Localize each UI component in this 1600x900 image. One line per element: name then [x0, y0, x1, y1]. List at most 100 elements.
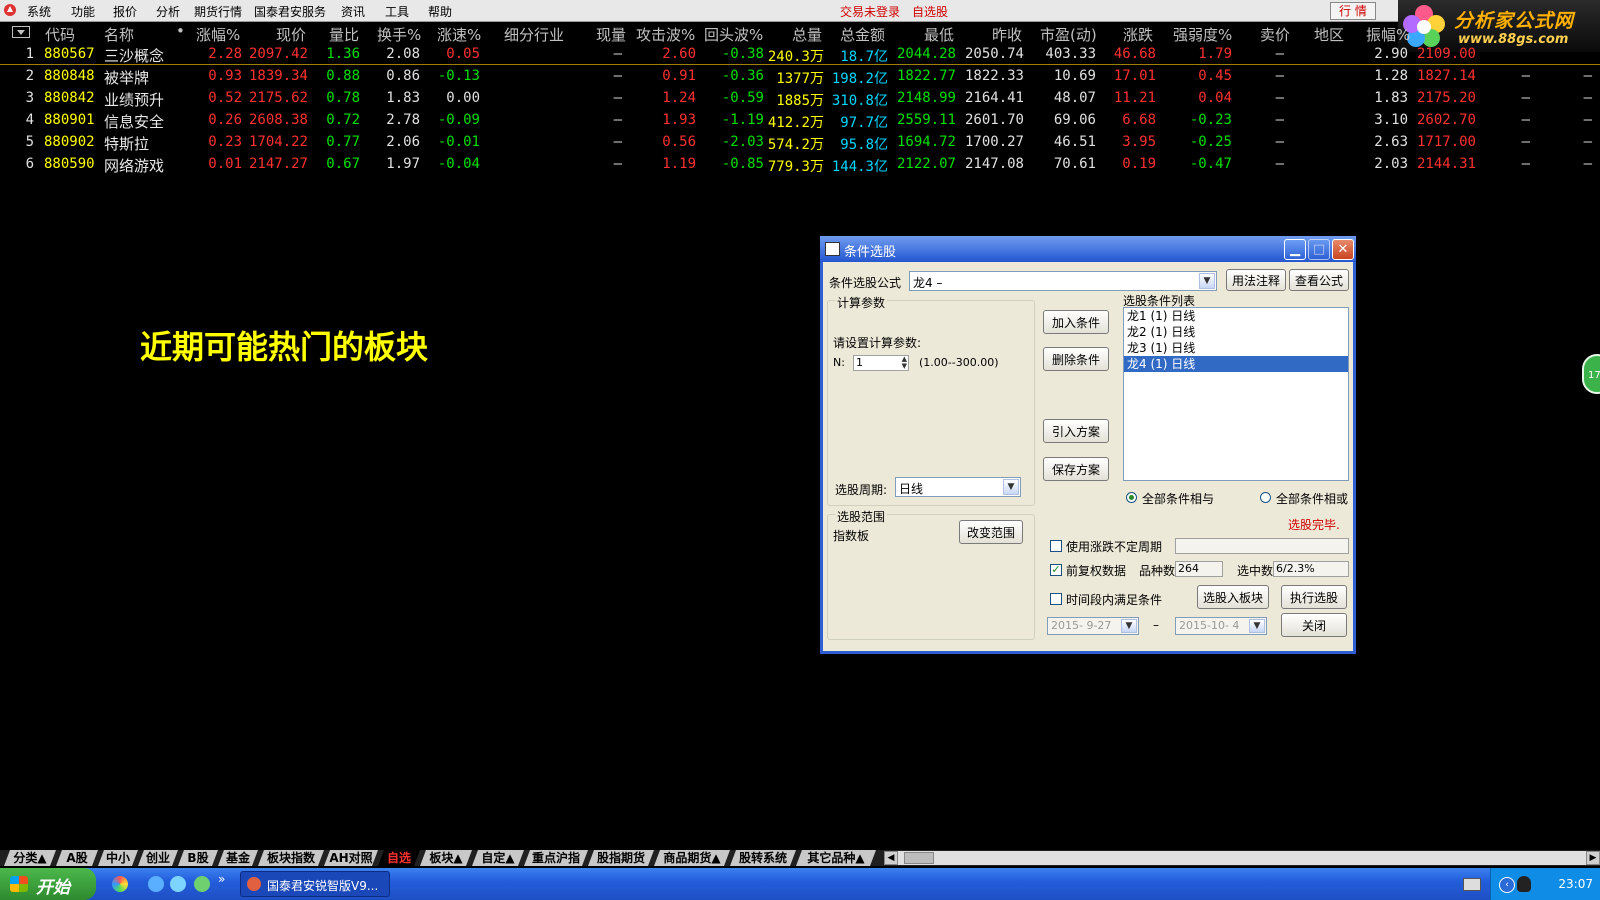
col-turnover[interactable]: 换手% [377, 24, 421, 45]
list-item[interactable]: 龙1 (1) 日线 [1124, 308, 1348, 324]
list-item[interactable]: 龙3 (1) 日线 [1124, 340, 1348, 356]
keyboard-icon[interactable] [1463, 878, 1481, 891]
view-formula-button[interactable]: 查看公式 [1289, 269, 1349, 291]
tab-sme[interactable]: 中小 [98, 850, 138, 866]
menu-function[interactable]: 功能 [71, 3, 95, 20]
spinner-icon[interactable]: ▲ ▼ [902, 356, 907, 370]
col-total-volume[interactable]: 总量 [792, 24, 822, 45]
chevron-down-icon[interactable]: ▼ [1003, 479, 1019, 495]
trade-status[interactable]: 交易未登录 [840, 3, 900, 20]
add-to-block-button[interactable]: 选股入板块 [1197, 585, 1269, 609]
param-n-input[interactable]: 1 ▲ ▼ [853, 355, 909, 371]
tab-chinext[interactable]: 创业 [138, 850, 178, 866]
tray-arrow-icon[interactable]: ‹ [1499, 877, 1515, 893]
col-amplitude[interactable]: 振幅% [1366, 24, 1410, 45]
col-price[interactable]: 现价 [276, 24, 306, 45]
qq-icon[interactable] [1517, 876, 1531, 892]
tab-other[interactable]: 其它品种▲ [796, 850, 876, 866]
col-diff[interactable]: 涨跌 [1123, 24, 1153, 45]
tab-ah[interactable]: AH对照 [324, 850, 378, 866]
tab-block[interactable]: 板块▲ [420, 850, 472, 866]
menu-quote[interactable]: 报价 [113, 3, 137, 20]
col-total-amount[interactable]: 总金额 [840, 24, 885, 45]
menu-help[interactable]: 帮助 [428, 3, 452, 20]
menu-system[interactable]: 系统 [27, 3, 51, 20]
radio-or[interactable] [1260, 492, 1271, 503]
menu-futures[interactable]: 期货行情 [194, 3, 242, 20]
chevron-down-icon[interactable]: ▼ [1199, 273, 1215, 289]
green-app-icon[interactable] [194, 876, 210, 892]
table-row[interactable]: 4 880901 信息安全 0.26 2608.38 0.72 2.78 -0.09 – 1.93… [0, 110, 1600, 132]
add-condition-button[interactable]: 加入条件 [1043, 310, 1109, 334]
period-select[interactable]: 日线 ▼ [895, 477, 1021, 497]
table-row[interactable]: 3 880842 业绩预升 0.52 2175.62 0.78 1.83 0.00 – 1.24 -… [0, 88, 1600, 110]
minimize-icon[interactable]: ▁ [1284, 239, 1306, 260]
save-plan-button[interactable]: 保存方案 [1043, 457, 1109, 481]
tab-neeq[interactable]: 股转系统 [730, 850, 796, 866]
col-current-vol[interactable]: 现量 [596, 24, 626, 45]
col-volume-ratio[interactable]: 量比 [329, 24, 359, 45]
start-button[interactable]: 开始 [0, 868, 96, 900]
tab-b-share[interactable]: B股 [178, 850, 218, 866]
scroll-right-icon[interactable]: ▶ [1586, 851, 1600, 865]
scroll-thumb[interactable] [904, 852, 934, 864]
radio-and[interactable] [1126, 492, 1137, 503]
tab-commodity-futures[interactable]: 商品期货▲ [654, 850, 730, 866]
app-icon[interactable] [3, 3, 17, 17]
quicklaunch-app-icon[interactable] [112, 876, 128, 892]
col-ask[interactable]: 卖价 [1260, 24, 1290, 45]
watchlist-status[interactable]: 自选股 [912, 3, 948, 20]
condition-list[interactable]: 龙1 (1) 日线 龙2 (1) 日线 龙3 (1) 日线 龙4 (1) 日线 [1123, 307, 1349, 481]
tab-category[interactable]: 分类▲ [4, 850, 56, 866]
menu-tools[interactable]: 工具 [385, 3, 409, 20]
col-change-pct[interactable]: 涨幅% [196, 24, 240, 45]
time-range-checkbox[interactable] [1050, 593, 1062, 605]
close-button[interactable]: 关闭 [1281, 613, 1347, 637]
table-row[interactable]: 2 880848 被举牌 0.93 1839.34 0.88 0.86 -0.13 – 0.91 -… [0, 66, 1600, 88]
list-item[interactable]: 龙2 (1) 日线 [1124, 324, 1348, 340]
dialog-titlebar[interactable]: 条件选股 ▁ □ ✕ [820, 236, 1356, 262]
col-region[interactable]: 地区 [1314, 24, 1344, 45]
execute-screen-button[interactable]: 执行选股 [1281, 585, 1347, 609]
tab-key-index[interactable]: 重点沪指 [524, 850, 588, 866]
import-plan-button[interactable]: 引入方案 [1043, 419, 1109, 443]
col-prev-close[interactable]: 昨收 [992, 24, 1022, 45]
tab-index-futures[interactable]: 股指期货 [588, 850, 654, 866]
col-speed[interactable]: 涨速% [437, 24, 481, 45]
variable-period-checkbox[interactable] [1050, 540, 1062, 552]
forward-adjust-checkbox[interactable]: ✓ [1050, 564, 1062, 576]
usage-notes-button[interactable]: 用法注释 [1226, 269, 1286, 291]
ie-browser-icon[interactable] [148, 876, 164, 892]
overflow-chevron-icon[interactable]: » [218, 872, 225, 886]
col-code[interactable]: 代码 [45, 24, 75, 45]
table-row[interactable]: 5 880902 特斯拉 0.23 1704.22 0.77 2.06 -0.01 – 0.56 -… [0, 132, 1600, 154]
tab-a-share[interactable]: A股 [56, 850, 98, 866]
taskbar-window-button[interactable]: 国泰君安锐智版V9... [240, 871, 390, 897]
tab-watchlist[interactable]: 自选 [378, 850, 420, 866]
horizontal-scrollbar[interactable]: ◀ ▶ [884, 851, 1600, 865]
browser-icon[interactable] [170, 876, 186, 892]
quote-button[interactable]: 行 情 [1330, 2, 1376, 20]
tab-fund[interactable]: 基金 [218, 850, 258, 866]
menu-analysis[interactable]: 分析 [156, 3, 180, 20]
dropdown-triangle-icon[interactable] [12, 26, 30, 38]
col-attack-wave[interactable]: 攻击波% [636, 24, 695, 45]
formula-select[interactable]: 龙4 – ▼ [909, 271, 1217, 291]
menu-gtja-service[interactable]: 国泰君安服务 [254, 3, 326, 20]
floating-badge[interactable]: 17 [1582, 354, 1600, 394]
scroll-left-icon[interactable]: ◀ [884, 851, 898, 865]
list-item-selected[interactable]: 龙4 (1) 日线 [1124, 356, 1348, 372]
tab-custom[interactable]: 自定▲ [472, 850, 524, 866]
col-pullback-wave[interactable]: 回头波% [704, 24, 763, 45]
col-name[interactable]: 名称 [104, 24, 134, 45]
col-strength[interactable]: 强弱度% [1173, 24, 1232, 45]
col-pe[interactable]: 市盈(动) [1040, 24, 1097, 45]
close-icon[interactable]: ✕ [1332, 239, 1354, 260]
change-scope-button[interactable]: 改变范围 [959, 520, 1023, 544]
menu-info[interactable]: 资讯 [341, 3, 365, 20]
table-row[interactable]: 1 880567 三沙概念 2.28 2097.42 1.36 2.08 0.05 – 2.60 -… [0, 44, 1600, 66]
table-row[interactable]: 6 880590 网络游戏 0.01 2147.27 0.67 1.97 -0.04 – 1.19… [0, 154, 1600, 176]
col-industry[interactable]: 细分行业 [504, 24, 564, 45]
delete-condition-button[interactable]: 删除条件 [1043, 347, 1109, 371]
tab-sector-index[interactable]: 板块指数 [258, 850, 324, 866]
